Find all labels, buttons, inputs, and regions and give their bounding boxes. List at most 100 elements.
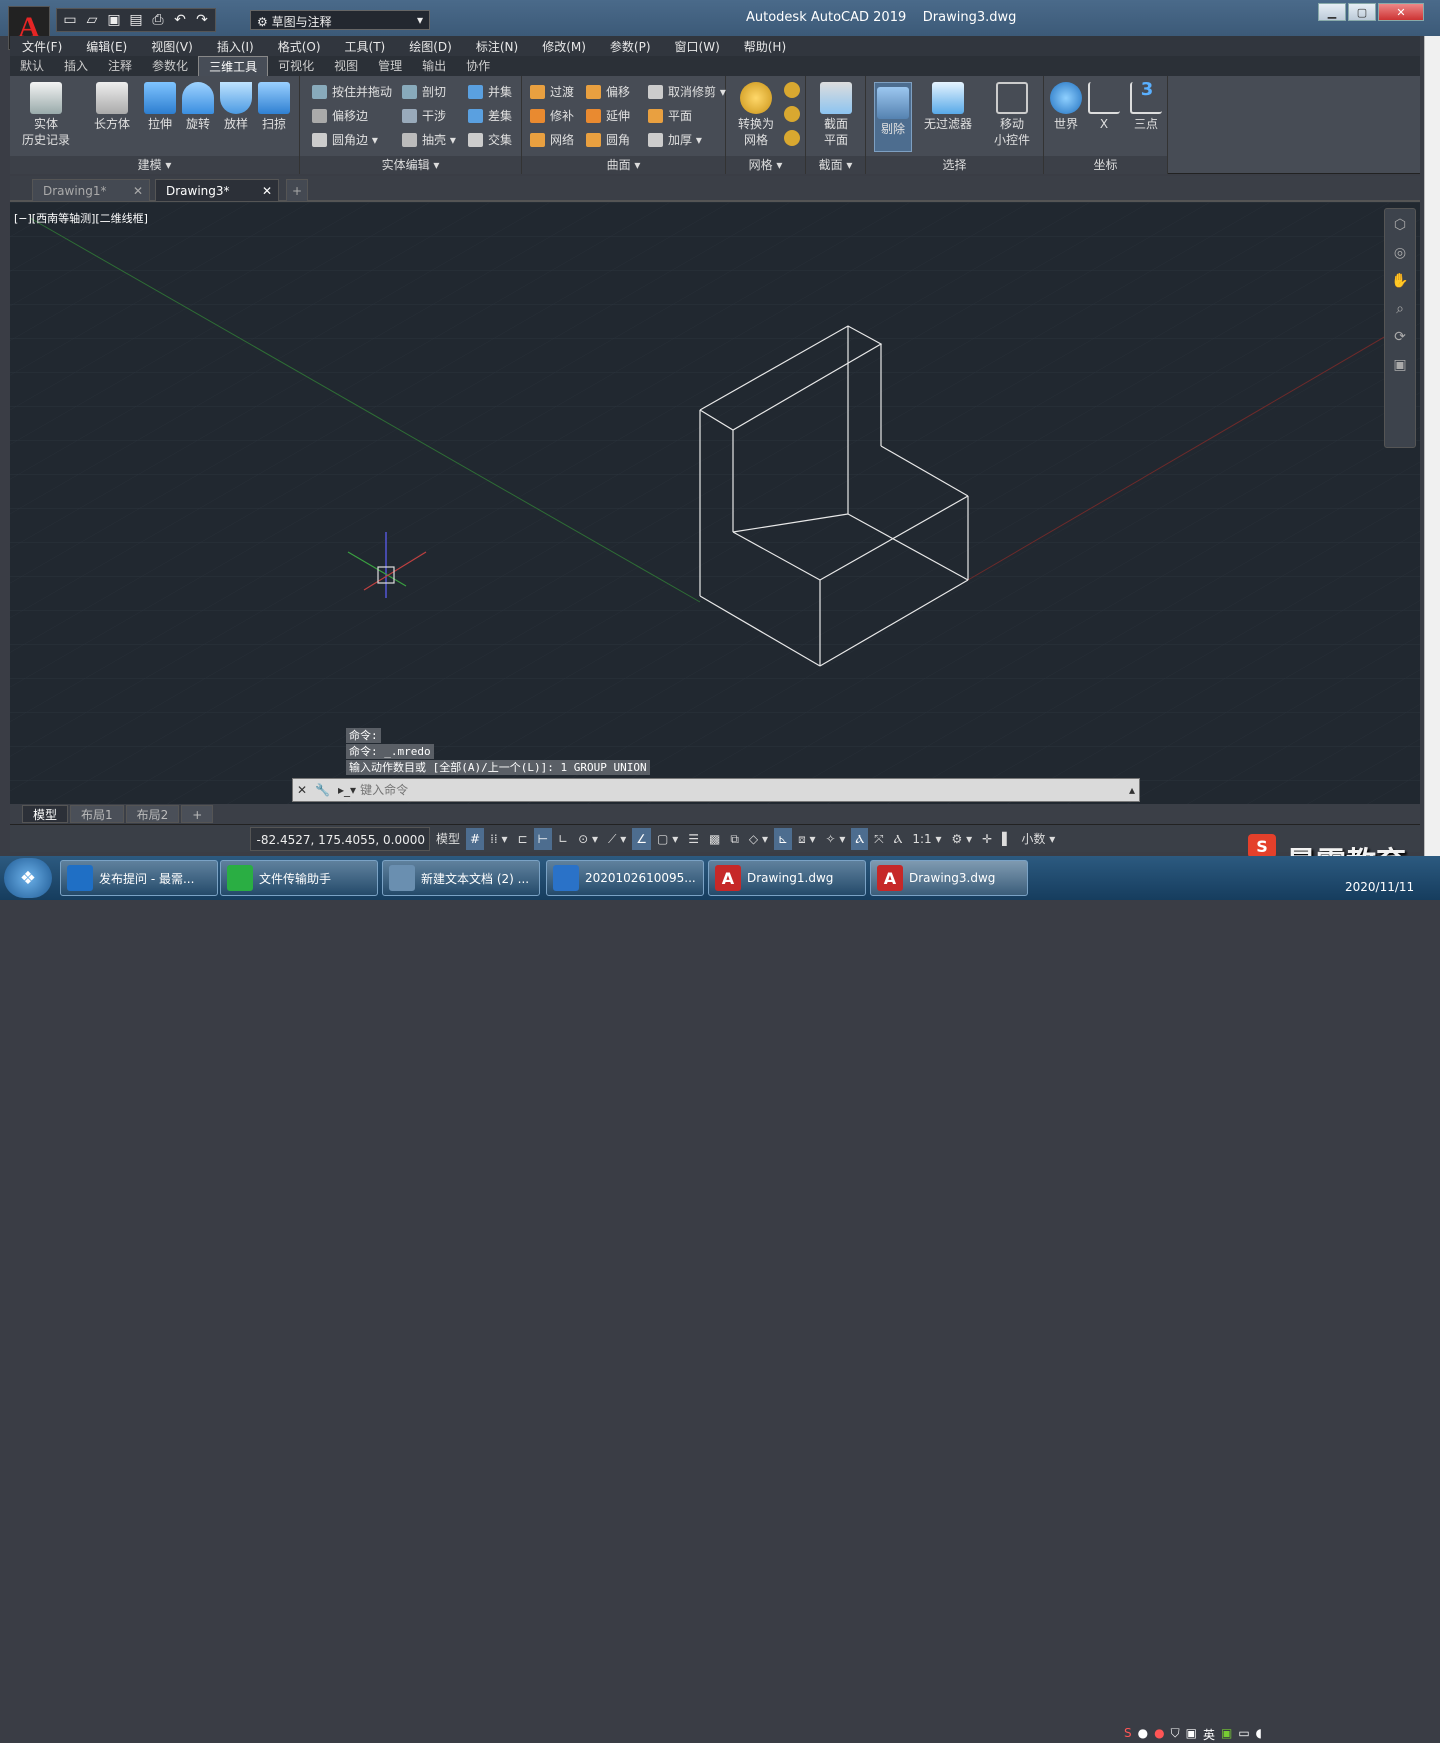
thicken-button[interactable]: 加厚 ▾ (646, 130, 702, 150)
layout-tab-model[interactable]: 模型 (22, 805, 69, 823)
menu-item[interactable]: 文件(F) (10, 38, 74, 55)
taskbar-button[interactable]: A Drawing3.dwg (870, 860, 1028, 896)
minimize-button[interactable]: ▁ (1318, 3, 1346, 21)
selection-filter-icon[interactable]: ⧈ ▾ (794, 828, 819, 850)
untrim-button[interactable]: 取消修剪 ▾ (646, 82, 726, 102)
ribbon-tab[interactable]: 三维工具 (198, 56, 269, 76)
start-button[interactable]: ❖ (4, 858, 52, 898)
display-icon[interactable]: ▭ (1238, 1726, 1249, 1743)
undo-icon[interactable]: ↶ (171, 11, 189, 29)
maximize-button[interactable]: ▢ (1348, 3, 1376, 21)
chevron-up-icon[interactable]: ▴ (1125, 783, 1139, 797)
redo-icon[interactable]: ↷ (193, 11, 211, 29)
annotation-scale-value[interactable]: 1:1 ▾ (908, 828, 945, 850)
extend-button[interactable]: 延伸 (584, 106, 630, 126)
coordinate-readout[interactable]: -82.4527, 175.4055, 0.0000 (250, 826, 430, 851)
menu-item[interactable]: 视图(V) (139, 38, 205, 55)
network-tray-icon[interactable]: ▣ (1186, 1726, 1197, 1743)
command-prompt-icon[interactable]: ▸_▾ (334, 783, 360, 797)
taskbar-button[interactable]: A Drawing1.dwg (708, 860, 866, 896)
ribbon-tab[interactable]: 注释 (98, 56, 142, 76)
interfere-button[interactable]: 干涉 (400, 106, 446, 126)
slice-button[interactable]: 剖切 (400, 82, 446, 102)
presspull-button[interactable]: 按住并拖动 (310, 82, 392, 102)
save-as-icon[interactable]: ▤ (127, 11, 145, 29)
wechat-tray-icon[interactable]: ● (1138, 1726, 1148, 1743)
clock-date[interactable]: 2020/11/11 (1345, 880, 1414, 894)
network-button[interactable]: 网络 (528, 130, 574, 150)
workspace-dropdown[interactable]: ⚙ 草图与注释 ▾ (250, 10, 430, 30)
save-icon[interactable]: ▣ (105, 11, 123, 29)
drawing-viewport[interactable]: [−][西南等轴测][二维线框] ⬡ ◎ ✋ ⌕ ⟳ ▣ 命令: 命令: _.m… (10, 202, 1420, 804)
object-snap-tracking-icon[interactable]: ∠ (632, 827, 652, 850)
menu-item[interactable]: 参数(P) (598, 38, 663, 55)
sogou-tray-icon[interactable]: S (1124, 1726, 1132, 1743)
patch-button[interactable]: 修补 (528, 106, 574, 126)
layout-tab-layout1[interactable]: 布局1 (70, 805, 124, 823)
infer-constraints-icon[interactable]: ⊏ (514, 828, 532, 850)
panel-modeling-label[interactable]: 建模 ▾ (10, 156, 299, 174)
ribbon-tab[interactable]: 参数化 (142, 56, 198, 76)
menu-item[interactable]: 帮助(H) (732, 38, 798, 55)
wrench-icon[interactable]: 🔧 (311, 783, 334, 797)
isodraft-icon[interactable]: ⟋ ▾ (604, 828, 630, 850)
culling-button[interactable]: 剔除 (874, 82, 912, 152)
pan-hand-icon[interactable]: ✋ (1390, 273, 1410, 293)
panel-section-label[interactable]: 截面 ▾ (806, 156, 865, 174)
ucs-world-button[interactable]: 世界 (1046, 82, 1086, 132)
taskbar-button[interactable]: 发布提问 - 最需... (60, 860, 218, 896)
close-icon[interactable]: ✕ (262, 180, 272, 203)
mesh-refine-icon[interactable] (784, 106, 800, 122)
move-gizmo-button[interactable]: 移动 小控件 (988, 82, 1036, 148)
surface-offset-button[interactable]: 偏移 (584, 82, 630, 102)
new-tab-button[interactable]: + (286, 179, 308, 202)
workspace-switch-icon[interactable]: ⚙ ▾ (948, 828, 977, 850)
sogou-ime-icon[interactable]: S (1248, 834, 1276, 858)
menu-item[interactable]: 格式(O) (266, 38, 333, 55)
menu-item[interactable]: 工具(T) (333, 38, 398, 55)
menu-item[interactable]: 绘图(D) (397, 38, 464, 55)
sweep-button[interactable]: 扫掠 (252, 82, 296, 132)
doc-tab-drawing3[interactable]: Drawing3* ✕ (155, 179, 279, 202)
dynamic-ucs-icon[interactable]: ⊾ (774, 827, 793, 850)
doc-tab-drawing1[interactable]: Drawing1* ✕ (32, 179, 150, 202)
grid-icon[interactable]: # (466, 827, 485, 850)
ribbon-tab[interactable]: 默认 (10, 56, 54, 76)
new-file-icon[interactable]: ▭ (61, 11, 79, 29)
nvidia-icon[interactable]: ▣ (1221, 1726, 1232, 1743)
intersect-button[interactable]: 交集 (466, 130, 512, 150)
3d-osnap-icon[interactable]: ◇ ▾ (745, 828, 772, 850)
gizmo-icon[interactable]: ✧ ▾ (822, 828, 850, 850)
add-layout-button[interactable]: + (181, 805, 214, 823)
units-icon[interactable]: ▌ (998, 828, 1015, 850)
close-icon[interactable]: ✕ (133, 180, 143, 203)
showmotion-icon[interactable]: ▣ (1390, 357, 1410, 377)
dynamic-input-icon[interactable]: ⊢ (533, 827, 553, 850)
auto-scale-icon[interactable]: ⤧ (870, 828, 888, 850)
ribbon-tab[interactable]: 输出 (412, 56, 456, 76)
ucs-x-button[interactable]: X (1084, 82, 1124, 132)
ucs-3point-button[interactable]: 3 三点 (1126, 81, 1166, 132)
units-dropdown[interactable]: 小数 ▾ (1017, 828, 1059, 850)
annotation-visibility-icon[interactable]: Ⲁ (851, 827, 869, 850)
menu-item[interactable]: 窗口(W) (663, 38, 732, 55)
box-button[interactable]: 长方体 (90, 82, 134, 132)
panel-solid-edit-label[interactable]: 实体编辑 ▾ (300, 156, 521, 174)
snap-icon[interactable]: ⁞⁞ ▾ (486, 828, 511, 850)
panel-mesh-label[interactable]: 网格 ▾ (726, 156, 805, 174)
model-space-button[interactable]: 模型 (432, 828, 464, 850)
panel-coordinates-label[interactable]: 坐标 (1044, 156, 1167, 174)
ribbon-tab[interactable]: 插入 (54, 56, 98, 76)
convert-to-mesh-button[interactable]: 转换为 网格 (732, 82, 780, 148)
menu-item[interactable]: 标注(N) (464, 38, 530, 55)
ribbon-tab[interactable]: 可视化 (268, 56, 324, 76)
shield-icon[interactable]: ⛉ (1171, 1726, 1180, 1743)
taskbar-button[interactable]: 2020102610095... (546, 860, 704, 896)
taskbar-button[interactable]: 新建文本文档 (2) ... (382, 860, 540, 896)
mesh-smooth-icon[interactable] (784, 82, 800, 98)
offset-edge-button[interactable]: 偏移边 (310, 106, 368, 126)
page-scrollbar[interactable] (1424, 36, 1440, 856)
lineweight-icon[interactable]: ☰ (684, 828, 703, 850)
orbit-icon[interactable]: ⟳ (1390, 329, 1410, 349)
viewcube-icon[interactable]: ⬡ (1390, 217, 1410, 237)
